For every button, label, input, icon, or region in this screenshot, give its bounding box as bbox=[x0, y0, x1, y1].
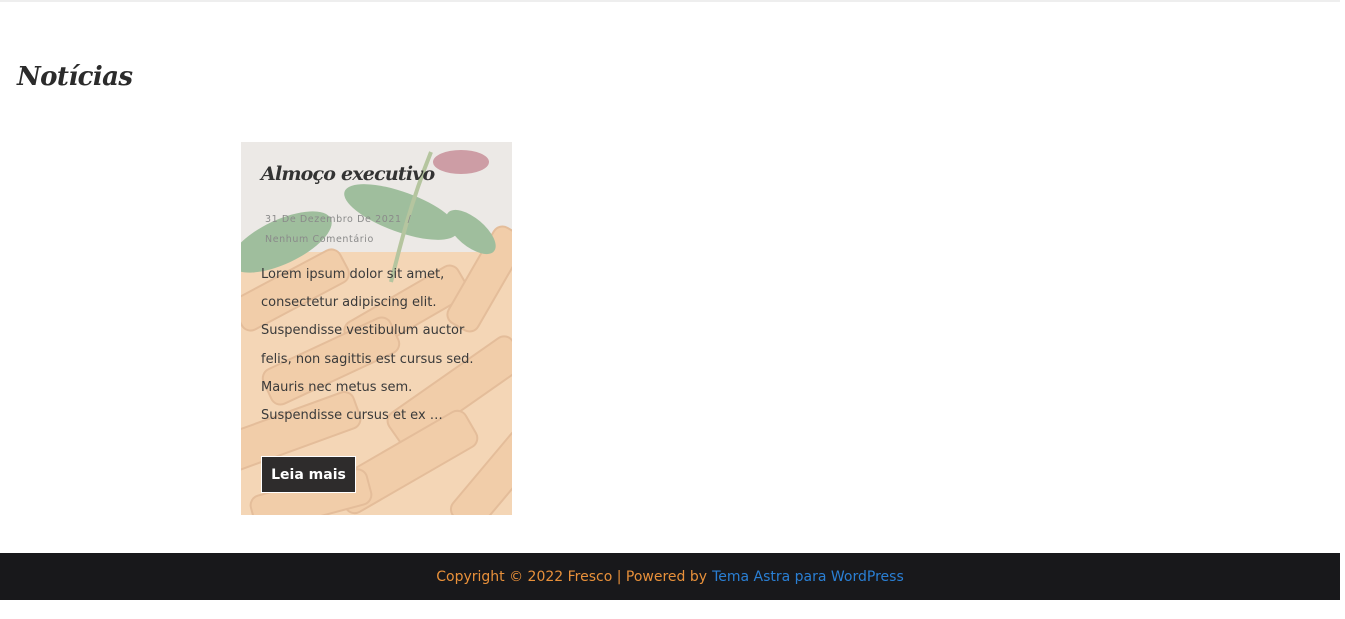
post-excerpt: Lorem ipsum dolor sit amet, consectetur … bbox=[261, 267, 474, 424]
header-divider bbox=[0, 0, 1340, 2]
site-footer: Copyright © 2022 Fresco | Powered by Tem… bbox=[0, 553, 1340, 600]
footer-copyright: Copyright © 2022 Fresco | Powered by bbox=[436, 568, 708, 585]
post-comments-link[interactable]: Nenhum Comentário bbox=[265, 234, 374, 245]
meta-separator: / bbox=[407, 214, 412, 225]
footer-theme-link[interactable]: Tema Astra para WordPress bbox=[712, 569, 904, 585]
post-date[interactable]: 31 De Dezembro De 2021 bbox=[265, 214, 402, 225]
page-title: Notícias bbox=[17, 62, 133, 92]
read-more-button[interactable]: Leia mais bbox=[261, 456, 356, 493]
post-meta: 31 De Dezembro De 2021 / Nenhum Comentári… bbox=[265, 210, 465, 250]
post-card: Almoço executivo 31 De Dezembro De 2021 /… bbox=[241, 142, 512, 515]
post-title[interactable]: Almoço executivo bbox=[261, 163, 435, 185]
